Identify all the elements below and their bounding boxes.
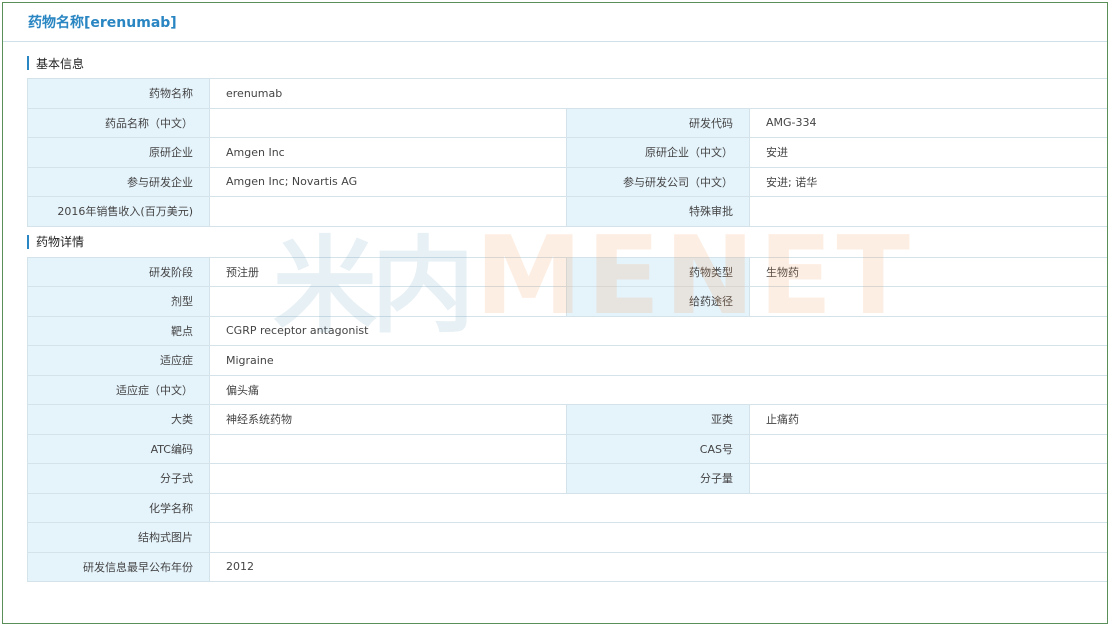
- section-title-basic: 基本信息: [36, 56, 85, 71]
- atc-value: [209, 433, 567, 464]
- drug-type-value: 生物药: [749, 256, 1107, 287]
- table-row: 研发信息最早公布年份 2012: [27, 551, 1107, 582]
- basic-info-table: 药物名称 erenumab 药品名称（中文） 研发代码 AMG-334 原研企业…: [27, 78, 1107, 227]
- cas-label: CAS号: [566, 433, 750, 464]
- section-marker: [27, 56, 29, 70]
- table-row: 化学名称: [27, 492, 1107, 523]
- drug-name-label: 药物名称: [27, 78, 210, 109]
- table-row: 大类 神经系统药物 亚类 止痛药: [27, 404, 1107, 435]
- category-value: 神经系统药物: [209, 404, 567, 435]
- stage-value: 预注册: [209, 256, 567, 287]
- title-bar: 药物名称[erenumab]: [3, 3, 1107, 42]
- structure-image-label: 结构式图片: [27, 522, 210, 553]
- atc-label: ATC编码: [27, 433, 210, 464]
- drug-name-value: erenumab: [209, 78, 1107, 109]
- table-row: 2016年销售收入(百万美元) 特殊审批: [27, 196, 1107, 227]
- partners-cn-value: 安进; 诺华: [749, 166, 1107, 197]
- table-row: 参与研发企业 Amgen Inc; Novartis AG 参与研发公司（中文）…: [27, 166, 1107, 197]
- route-label: 给药途径: [566, 286, 750, 317]
- molecular-weight-label: 分子量: [566, 463, 750, 494]
- page-title: 药物名称[erenumab]: [28, 15, 177, 31]
- sales-value: [209, 196, 567, 227]
- table-row: 结构式图片: [27, 522, 1107, 553]
- route-value: [749, 286, 1107, 317]
- indication-value: Migraine: [209, 345, 1107, 376]
- stage-label: 研发阶段: [27, 256, 210, 287]
- partners-label: 参与研发企业: [27, 166, 210, 197]
- originator-cn-value: 安进: [749, 137, 1107, 168]
- chemical-name-label: 化学名称: [27, 492, 210, 523]
- first-published-year-label: 研发信息最早公布年份: [27, 551, 210, 582]
- indication-cn-label: 适应症（中文）: [27, 374, 210, 405]
- first-published-year-value: 2012: [209, 551, 1107, 582]
- name-cn-label: 药品名称（中文）: [27, 107, 210, 138]
- formula-label: 分子式: [27, 463, 210, 494]
- special-approval-label: 特殊审批: [566, 196, 750, 227]
- subcategory-label: 亚类: [566, 404, 750, 435]
- chemical-name-value: [209, 492, 1107, 523]
- table-row: ATC编码 CAS号: [27, 433, 1107, 464]
- section-drug-details: 药物详情: [27, 227, 1107, 257]
- originator-label: 原研企业: [27, 137, 210, 168]
- table-row: 原研企业 Amgen Inc 原研企业（中文） 安进: [27, 137, 1107, 168]
- subcategory-value: 止痛药: [749, 404, 1107, 435]
- sales-label: 2016年销售收入(百万美元): [27, 196, 210, 227]
- drug-type-label: 药物类型: [566, 256, 750, 287]
- indication-label: 适应症: [27, 345, 210, 376]
- name-cn-value: [209, 107, 567, 138]
- section-title-details: 药物详情: [36, 235, 85, 249]
- formula-value: [209, 463, 567, 494]
- drug-info-panel: 药物名称[erenumab] 基本信息 药物名称 erenumab 药品名称（中…: [2, 2, 1108, 624]
- dosage-form-value: [209, 286, 567, 317]
- table-row: 剂型 给药途径: [27, 286, 1107, 317]
- rd-code-value: AMG-334: [749, 107, 1107, 138]
- partners-cn-label: 参与研发公司（中文）: [566, 166, 750, 197]
- originator-value: Amgen Inc: [209, 137, 567, 168]
- partners-value: Amgen Inc; Novartis AG: [209, 166, 567, 197]
- dosage-form-label: 剂型: [27, 286, 210, 317]
- table-row: 适应症 Migraine: [27, 345, 1107, 376]
- drug-details-table: 研发阶段 预注册 药物类型 生物药 剂型 给药途径 靶点 CGRP recept…: [27, 256, 1107, 583]
- indication-cn-value: 偏头痛: [209, 374, 1107, 405]
- section-basic-info: 基本信息: [27, 48, 1107, 78]
- table-row: 靶点 CGRP receptor antagonist: [27, 315, 1107, 346]
- table-row: 分子式 分子量: [27, 463, 1107, 494]
- molecular-weight-value: [749, 463, 1107, 494]
- originator-cn-label: 原研企业（中文）: [566, 137, 750, 168]
- table-row: 研发阶段 预注册 药物类型 生物药: [27, 256, 1107, 287]
- rd-code-label: 研发代码: [566, 107, 750, 138]
- cas-value: [749, 433, 1107, 464]
- target-label: 靶点: [27, 315, 210, 346]
- target-value: CGRP receptor antagonist: [209, 315, 1107, 346]
- structure-image-value: [209, 522, 1107, 553]
- section-marker: [27, 234, 29, 249]
- table-row: 适应症（中文） 偏头痛: [27, 374, 1107, 405]
- special-approval-value: [749, 196, 1107, 227]
- table-row: 药物名称 erenumab: [27, 78, 1107, 109]
- category-label: 大类: [27, 404, 210, 435]
- table-row: 药品名称（中文） 研发代码 AMG-334: [27, 107, 1107, 138]
